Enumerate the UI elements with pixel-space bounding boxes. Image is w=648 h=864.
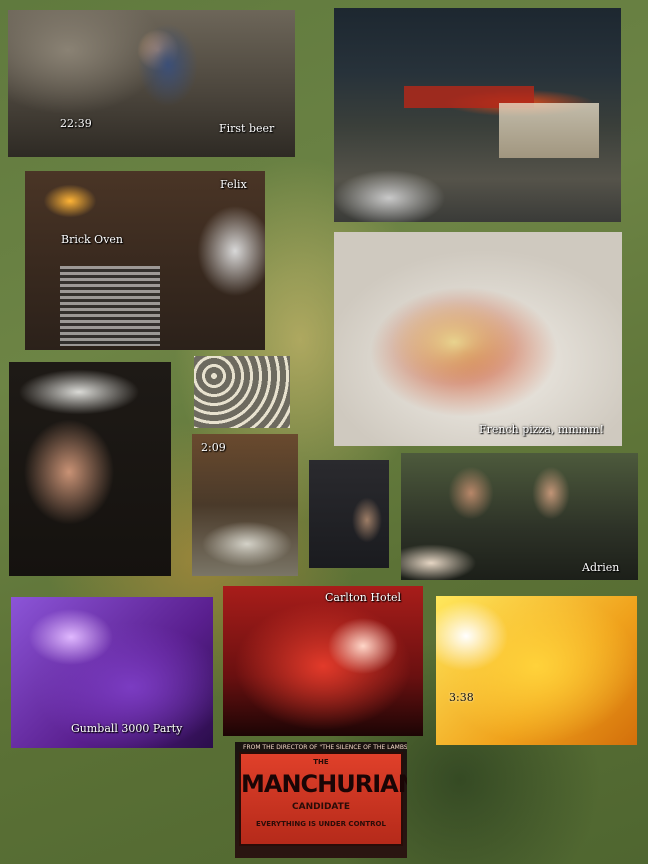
photo-carlton-hotel: Carlton Hotel (223, 586, 423, 736)
oven-caption: Brick Oven (61, 233, 124, 246)
photo-first-beer: 22:39 First beer (8, 10, 295, 157)
photo-caption: Gumball 3000 Party (71, 722, 183, 735)
poster-the: THE (313, 758, 329, 766)
photo-caption: Adrien (582, 561, 620, 574)
cat-caption: Felix (220, 178, 247, 191)
poster-tagline: FROM THE DIRECTOR OF "THE SILENCE OF THE… (243, 744, 407, 751)
photo-shots-bar: 2:09 (192, 434, 298, 576)
photo-bar-people (309, 460, 389, 568)
photo-french-pizza: French pizza, mmmm! (334, 232, 622, 446)
poster-banner: THE MANCHURIAN CANDIDATE EVERYTHING IS U… (239, 752, 407, 846)
photo-gumball-party: Gumball 3000 Party (11, 597, 213, 748)
photo-shot-glasses (194, 356, 290, 428)
photo-selfie (9, 362, 171, 576)
photo-manchurian-poster: FROM THE DIRECTOR OF "THE SILENCE OF THE… (235, 742, 407, 858)
time-caption: 22:39 (60, 117, 92, 130)
pizzeria-window (499, 103, 599, 158)
photo-brick-oven-cat: Felix Brick Oven (25, 171, 265, 350)
oven-grille (60, 266, 160, 346)
time-caption: 2:09 (201, 441, 226, 454)
time-caption: 3:38 (449, 691, 474, 704)
poster-title: MANCHURIAN (241, 770, 407, 798)
photo-caption: Carlton Hotel (325, 591, 402, 604)
photo-pizzeria-storefront (334, 8, 621, 222)
photo-adrien: Adrien (401, 453, 638, 580)
photo-caption: First beer (219, 122, 275, 135)
photo-caption: French pizza, mmmm! (479, 423, 605, 436)
poster-bottom-line: EVERYTHING IS UNDER CONTROL (256, 820, 386, 828)
poster-subtitle: CANDIDATE (292, 802, 350, 812)
photo-yellow-blur: 3:38 (436, 596, 637, 745)
